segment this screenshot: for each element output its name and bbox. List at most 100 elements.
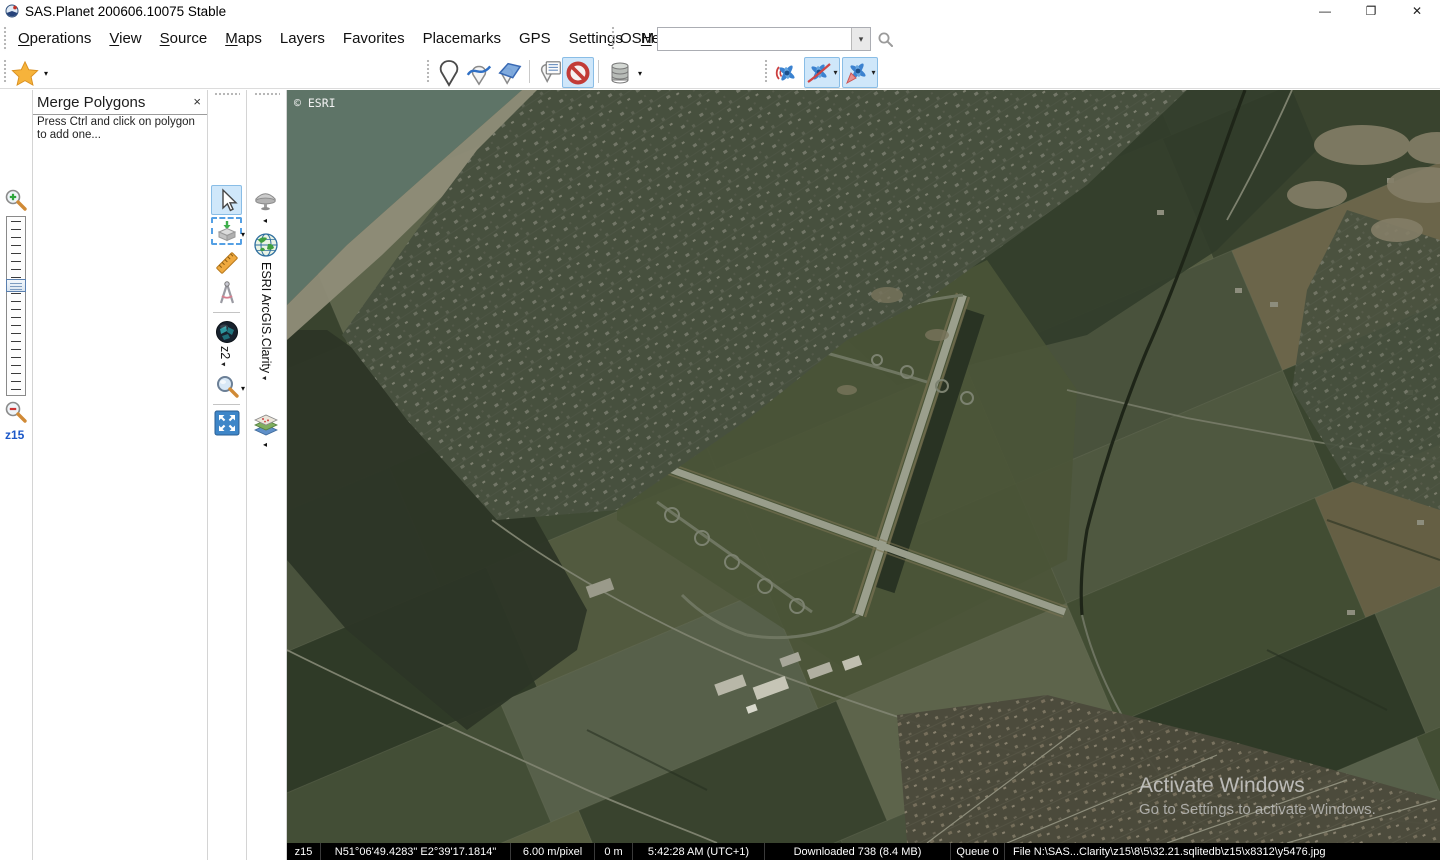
search-input[interactable] <box>658 28 851 50</box>
fullscreen-button[interactable] <box>211 408 242 438</box>
hide-placemarks-button[interactable] <box>562 57 594 88</box>
mini-zoom-label[interactable]: z2▾ <box>218 346 232 366</box>
cursor-icon <box>221 188 238 212</box>
favorites-dropdown-icon[interactable]: ▾ <box>44 69 48 78</box>
layers-icon <box>253 414 278 436</box>
search-tool-button[interactable] <box>211 372 242 402</box>
satellite-map[interactable] <box>287 90 1440 843</box>
add-polygon-button[interactable] <box>493 57 525 88</box>
search-dropdown-button[interactable]: ▾ <box>851 28 870 50</box>
add-path-button[interactable] <box>463 57 495 88</box>
menu-grip[interactable] <box>3 26 7 51</box>
gps-toolbar-grip[interactable] <box>764 59 768 84</box>
placemark-pin-icon <box>439 59 459 87</box>
zoom-in-button[interactable] <box>4 188 28 212</box>
search-tool-dropdown-icon[interactable]: ▾ <box>241 384 245 393</box>
panel-header: Merge Polygons × <box>33 92 207 115</box>
fullscreen-icon <box>214 410 239 436</box>
database-icon <box>611 62 629 83</box>
ruler-button[interactable] <box>211 248 242 278</box>
gps-follow-button[interactable]: ▾ <box>842 57 878 88</box>
gps-connect-button[interactable] <box>770 57 802 88</box>
selection-tool-button[interactable] <box>211 217 242 245</box>
layers-dropdown-icon[interactable]: ◂ <box>263 440 267 449</box>
menu-layers[interactable]: Layers <box>271 30 334 47</box>
gps-follow-dropdown-icon[interactable]: ▾ <box>871 68 875 77</box>
source-toolbar-grip[interactable] <box>611 26 615 51</box>
placemark-toolbar-grip[interactable] <box>426 59 430 84</box>
title-bar: SAS.Planet 200606.10075 Stable — ❐ ✕ <box>0 0 1440 22</box>
menu-maps[interactable]: Maps <box>216 30 271 47</box>
panel-title: Merge Polygons <box>37 94 146 111</box>
map-source-toolbar-grip[interactable] <box>253 92 280 96</box>
cache-dropdown-icon[interactable]: ◂ <box>263 216 267 225</box>
panel-close-button[interactable]: × <box>193 95 201 109</box>
gps-follow-icon <box>846 62 867 84</box>
zoom-slider-ticks <box>11 221 21 391</box>
window-title: SAS.Planet 200606.10075 Stable <box>25 3 227 19</box>
tools-toolbar-grip[interactable] <box>214 92 240 96</box>
map-source-toolbar: ◂ ESRI ArcGIS.Clarity▾ ◂ <box>247 90 287 860</box>
panel-hint: Press Ctrl and click on polygon to add o… <box>37 116 195 141</box>
distance-calc-button[interactable] <box>211 278 242 308</box>
app-icon <box>5 4 19 18</box>
dome-icon <box>255 193 276 211</box>
status-downloaded: Downloaded 738 (8.4 MB) <box>765 843 951 860</box>
layers-button[interactable] <box>250 410 281 440</box>
status-tile-file: File N:\SAS...Clarity\z15\8\5\32.21.sqli… <box>1013 845 1326 858</box>
search-combobox: ▾ <box>657 27 871 51</box>
zoom-out-icon <box>5 401 27 423</box>
toolbar-separator <box>598 60 599 83</box>
status-zoom: z15 <box>287 843 321 860</box>
menu-favorites[interactable]: Favorites <box>334 30 414 47</box>
chevron-down-icon: ▾ <box>260 376 269 381</box>
zoom-level-label: z15 <box>5 428 25 442</box>
tile-storage-button[interactable] <box>604 57 636 88</box>
globe-view-button[interactable] <box>211 317 242 347</box>
zoom-slider[interactable] <box>6 216 26 396</box>
status-queue: Queue 0 <box>951 843 1005 860</box>
ruler-icon <box>215 252 238 274</box>
menu-view[interactable]: View <box>100 30 150 47</box>
status-coordinates: N51°06'49.4283" E2°39'17.1814" <box>321 843 511 860</box>
app-window: SAS.Planet 200606.10075 Stable — ❐ ✕ Ope… <box>0 0 1440 860</box>
search-icon[interactable] <box>877 31 894 53</box>
path-icon <box>466 65 492 86</box>
minimize-button[interactable]: — <box>1302 0 1348 22</box>
esri-copyright: © ESRI <box>294 96 336 110</box>
select-cursor-button[interactable] <box>211 185 242 215</box>
menu-source[interactable]: Source <box>151 30 217 47</box>
zoom-out-button[interactable] <box>4 400 28 424</box>
menu-gps[interactable]: GPS <box>510 30 560 47</box>
gps-track-icon <box>807 62 832 83</box>
chevron-down-icon: ▾ <box>219 362 228 367</box>
map-source-button[interactable]: ESRI ArcGIS.Clarity▾ <box>259 262 273 380</box>
toolbar-separator <box>213 312 240 313</box>
cache-mode-button[interactable] <box>250 185 281 215</box>
placemark-list-icon <box>540 60 561 83</box>
zoom-panel: z15 <box>0 90 33 860</box>
dark-globe-icon <box>215 321 238 343</box>
map-source-globe-button[interactable] <box>250 230 281 260</box>
status-scale: 6.00 m/pixel <box>511 843 595 860</box>
favorites-toolbar-grip[interactable] <box>3 59 7 84</box>
gps-track-button[interactable]: ▾ <box>804 57 840 88</box>
close-button[interactable]: ✕ <box>1394 0 1440 22</box>
menu-items: Operations View Source Maps Layers Favorites P… <box>9 22 681 55</box>
menu-operations[interactable]: Operations <box>9 30 100 47</box>
gps-track-dropdown-icon[interactable]: ▾ <box>833 68 837 77</box>
toolbar-separator <box>529 60 530 83</box>
selection-dropdown-icon[interactable]: ▾ <box>241 230 245 239</box>
star-icon <box>11 60 39 86</box>
menu-placemarks[interactable]: Placemarks <box>414 30 510 47</box>
zoom-slider-handle[interactable] <box>6 279 26 292</box>
restore-button[interactable]: ❐ <box>1348 0 1394 22</box>
tools-toolbar: ▾ z2▾ ▾ <box>208 90 247 860</box>
add-placemark-button[interactable] <box>433 57 465 88</box>
map-viewport: © ESRI Activate Windows Go to Settings t… <box>287 90 1440 860</box>
gps-connect-icon <box>775 64 795 81</box>
block-icon <box>566 61 590 84</box>
merge-polygons-panel: Merge Polygons × Press Ctrl and click on… <box>33 90 208 860</box>
storage-dropdown-icon[interactable]: ▾ <box>638 69 642 78</box>
favorites-button[interactable] <box>9 57 41 88</box>
